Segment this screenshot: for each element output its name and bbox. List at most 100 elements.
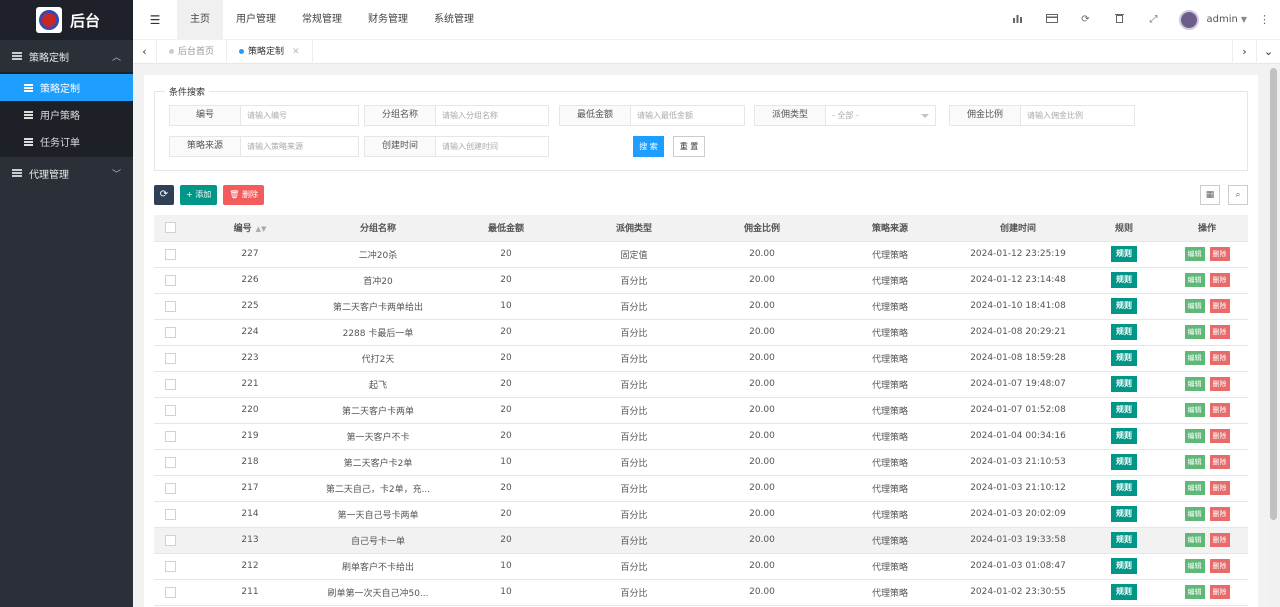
row-checkbox[interactable] xyxy=(154,579,186,606)
row-delete-button[interactable]: 删除 xyxy=(1209,585,1230,599)
edit-button[interactable]: 编辑 xyxy=(1184,507,1205,521)
user-name[interactable]: admin xyxy=(1207,14,1238,25)
tab-user-management[interactable]: 用户管理 xyxy=(223,0,289,40)
close-icon[interactable]: ✕ xyxy=(292,40,300,64)
row-checkbox[interactable] xyxy=(154,319,186,346)
row-checkbox[interactable] xyxy=(154,553,186,580)
row-delete-button[interactable]: 删除 xyxy=(1209,481,1230,495)
row-delete-button[interactable]: 删除 xyxy=(1209,247,1230,261)
table-row[interactable]: 225 第二天客户卡两单给出 10 百分比 20.00 代理策略 2024-01-10 18… xyxy=(154,293,1248,320)
card-icon[interactable] xyxy=(1035,13,1069,26)
table-row[interactable]: 227 二冲20杀 20 固定值 20.00 代理策略 2024-01-12 23:25:1… xyxy=(154,241,1248,268)
table-row[interactable]: 219 第一天客户不卡 20 百分比 20.00 代理策略 2024-01-04 00:34… xyxy=(154,423,1248,450)
table-row[interactable]: 213 自己号卡一单 20 百分比 20.00 代理策略 2024-01-03 19:33:… xyxy=(154,527,1248,554)
row-delete-button[interactable]: 删除 xyxy=(1209,403,1230,417)
edit-button[interactable]: 编辑 xyxy=(1184,299,1205,313)
row-delete-button[interactable]: 删除 xyxy=(1209,429,1230,443)
commission-type-select[interactable]: - 全部 - xyxy=(826,105,936,126)
col-header-id[interactable]: 编号 ▲▼ xyxy=(186,215,314,242)
row-delete-button[interactable]: 删除 xyxy=(1209,299,1230,313)
group-name-input[interactable]: 请输入分组名称 xyxy=(436,105,549,126)
edit-button[interactable]: 编辑 xyxy=(1184,273,1205,287)
row-checkbox[interactable] xyxy=(154,267,186,294)
fullscreen-icon[interactable]: ⤢ xyxy=(1137,14,1171,25)
row-delete-button[interactable]: 删除 xyxy=(1209,455,1230,469)
commission-ratio-input[interactable]: 请输入佣金比例 xyxy=(1021,105,1135,126)
rule-button[interactable]: 规则 xyxy=(1111,402,1137,418)
table-row[interactable]: 212 刷单客户不卡给出 10 百分比 20.00 代理策略 2024-01-03 01:0… xyxy=(154,553,1248,580)
row-delete-button[interactable]: 删除 xyxy=(1209,559,1230,573)
table-row[interactable]: 224 2288 卡最后一单 20 百分比 20.00 代理策略 2024-01-08 20… xyxy=(154,319,1248,346)
rule-button[interactable]: 规则 xyxy=(1111,428,1137,444)
chart-icon[interactable] xyxy=(1001,13,1035,26)
row-delete-button[interactable]: 删除 xyxy=(1209,273,1230,287)
sidebar-item-task-orders[interactable]: 任务订单 xyxy=(0,128,133,155)
table-row[interactable]: 217 第二天自己，卡2单，充... 20 百分比 20.00 代理策略 2024-01-0… xyxy=(154,475,1248,502)
table-row[interactable]: 221 起飞 20 百分比 20.00 代理策略 2024-01-07 19:48:07 规则… xyxy=(154,371,1248,398)
page-tab-strategy[interactable]: 策略定制 ✕ xyxy=(227,39,313,64)
tab-finance-management[interactable]: 财务管理 xyxy=(355,0,421,40)
tab-general-management[interactable]: 常规管理 xyxy=(289,0,355,40)
tabs-dropdown-icon[interactable]: ⌄ xyxy=(1256,39,1280,64)
rule-button[interactable]: 规则 xyxy=(1111,532,1137,548)
row-checkbox[interactable] xyxy=(154,475,186,502)
id-input[interactable]: 请输入编号 xyxy=(241,105,359,126)
page-scrollbar[interactable] xyxy=(1268,66,1280,607)
page-tab-home[interactable]: 后台首页 xyxy=(157,39,228,64)
rule-button[interactable]: 规则 xyxy=(1111,558,1137,574)
delete-button[interactable]: 🗑 删除 xyxy=(223,185,264,205)
row-checkbox[interactable] xyxy=(154,345,186,372)
sidebar-group-agent[interactable]: 代理管理 ﹀ xyxy=(0,157,133,189)
search-icon[interactable]: ⌕ xyxy=(1228,185,1248,205)
row-checkbox[interactable] xyxy=(154,293,186,320)
edit-button[interactable]: 编辑 xyxy=(1184,559,1205,573)
table-row[interactable]: 220 第二天客户卡两单 20 百分比 20.00 代理策略 2024-01-07 01:5… xyxy=(154,397,1248,424)
table-row[interactable]: 214 第一天自己号卡两单 20 百分比 20.00 代理策略 2024-01-03 20:… xyxy=(154,501,1248,528)
table-row[interactable]: 211 刷单第一次天自己冲50... 10 百分比 20.00 代理策略 2024-01-0… xyxy=(154,579,1248,606)
row-checkbox[interactable] xyxy=(154,241,186,268)
edit-button[interactable]: 编辑 xyxy=(1184,585,1205,599)
rule-button[interactable]: 规则 xyxy=(1111,584,1137,600)
rule-button[interactable]: 规则 xyxy=(1111,324,1137,340)
refresh-button[interactable]: ⟳ xyxy=(154,185,174,205)
edit-button[interactable]: 编辑 xyxy=(1184,429,1205,443)
rule-button[interactable]: 规则 xyxy=(1111,454,1137,470)
edit-button[interactable]: 编辑 xyxy=(1184,455,1205,469)
rule-button[interactable]: 规则 xyxy=(1111,480,1137,496)
row-checkbox[interactable] xyxy=(154,423,186,450)
tabs-scroll-right-icon[interactable]: › xyxy=(1232,39,1256,64)
row-checkbox[interactable] xyxy=(154,449,186,476)
table-row[interactable]: 218 第二天客户卡2单 10 百分比 20.00 代理策略 2024-01-03 21:1… xyxy=(154,449,1248,476)
created-time-input[interactable]: 请输入创建时间 xyxy=(436,136,549,157)
tabs-scroll-left-icon[interactable]: ‹ xyxy=(133,39,157,64)
source-input[interactable]: 请输入策略来源 xyxy=(241,136,359,157)
trash-icon[interactable] xyxy=(1103,13,1137,26)
search-button[interactable]: 搜 索 xyxy=(633,136,664,157)
tab-system-management[interactable]: 系统管理 xyxy=(421,0,487,40)
menu-toggle-icon[interactable]: ☰ xyxy=(133,13,177,27)
refresh-icon[interactable]: ⟳ xyxy=(1069,14,1103,25)
tab-home[interactable]: 主页 xyxy=(177,0,223,40)
table-row[interactable]: 223 代打2天 20 百分比 20.00 代理策略 2024-01-08 18:59:28… xyxy=(154,345,1248,372)
caret-down-icon[interactable]: ▼ xyxy=(1241,15,1247,24)
reset-button[interactable]: 重 置 xyxy=(673,136,705,157)
sidebar-item-user-strategy[interactable]: 用户策略 xyxy=(0,101,133,128)
columns-icon[interactable]: ▦ xyxy=(1200,185,1220,205)
sidebar-item-strategy-custom[interactable]: 策略定制 xyxy=(0,74,133,101)
edit-button[interactable]: 编辑 xyxy=(1184,481,1205,495)
rule-button[interactable]: 规则 xyxy=(1111,350,1137,366)
edit-button[interactable]: 编辑 xyxy=(1184,533,1205,547)
row-delete-button[interactable]: 删除 xyxy=(1209,325,1230,339)
edit-button[interactable]: 编辑 xyxy=(1184,403,1205,417)
edit-button[interactable]: 编辑 xyxy=(1184,377,1205,391)
row-checkbox[interactable] xyxy=(154,371,186,398)
rule-button[interactable]: 规则 xyxy=(1111,376,1137,392)
rule-button[interactable]: 规则 xyxy=(1111,298,1137,314)
more-options-icon[interactable]: ⋮ xyxy=(1259,13,1270,26)
row-delete-button[interactable]: 删除 xyxy=(1209,507,1230,521)
row-checkbox[interactable] xyxy=(154,501,186,528)
select-all-checkbox[interactable] xyxy=(154,215,186,242)
edit-button[interactable]: 编辑 xyxy=(1184,247,1205,261)
row-delete-button[interactable]: 删除 xyxy=(1209,533,1230,547)
edit-button[interactable]: 编辑 xyxy=(1184,325,1205,339)
